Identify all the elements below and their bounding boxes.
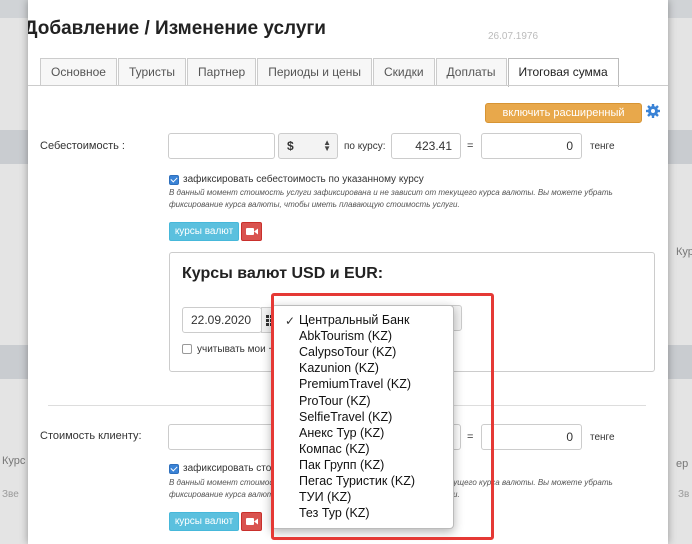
dropdown-option[interactable]: SelfieTravel (KZ) bbox=[299, 410, 392, 424]
dropdown-option[interactable]: Пак Групп (KZ) bbox=[299, 458, 384, 472]
select-arrows-icon: ▲▼ bbox=[323, 138, 331, 153]
client-rates-button[interactable]: курсы валют bbox=[169, 512, 239, 531]
rate-input[interactable]: 423.41 bbox=[391, 133, 461, 159]
dropdown-option[interactable]: AbkTourism (KZ) bbox=[299, 329, 392, 343]
own-rate-checkbox[interactable] bbox=[182, 344, 192, 354]
modal-title: Добавление / Изменение услуги bbox=[28, 18, 326, 39]
video-camera-icon bbox=[246, 228, 258, 235]
tab-total[interactable]: Итоговая сумма bbox=[507, 58, 619, 87]
tab-periods-prices[interactable]: Периоды и цены bbox=[257, 58, 372, 85]
tab-discounts[interactable]: Скидки bbox=[372, 58, 435, 85]
dropdown-option[interactable]: Анекс Тур (KZ) bbox=[299, 426, 384, 440]
dropdown-option[interactable]: ProTour (KZ) bbox=[299, 394, 371, 408]
bg-date: 26.07.1976 bbox=[488, 31, 539, 42]
tab-partner[interactable]: Партнер bbox=[187, 58, 257, 85]
dropdown-option[interactable]: PremiumTravel (KZ) bbox=[299, 377, 411, 391]
bg-label: Зве bbox=[2, 489, 19, 500]
dropdown-option[interactable]: Пегас Туристик (KZ) bbox=[299, 474, 415, 488]
tab-divider bbox=[28, 85, 668, 86]
fix-note: В данный момент стоимость услуги зафикси… bbox=[169, 188, 613, 209]
cost-total-input[interactable]: 0 bbox=[481, 133, 582, 159]
check-icon: ✓ bbox=[285, 314, 296, 328]
dropdown-option[interactable]: CalypsoTour (KZ) bbox=[299, 345, 396, 359]
bg-label: Кур bbox=[676, 246, 692, 258]
fix-cost-label: зафиксировать себестоимость по указанном… bbox=[183, 174, 424, 185]
bank-dropdown: ✓ Центральный Банк AbkTourism (KZ) Calyp… bbox=[271, 305, 454, 529]
fix-cost-checkbox[interactable] bbox=[169, 175, 179, 185]
currency-value: $ bbox=[287, 139, 294, 153]
fix-client-checkbox[interactable] bbox=[169, 464, 179, 474]
client-video-button[interactable] bbox=[241, 512, 262, 531]
video-button[interactable] bbox=[241, 222, 262, 241]
dropdown-option[interactable]: Компас (KZ) bbox=[299, 442, 370, 456]
tab-surcharges[interactable]: Доплаты bbox=[435, 58, 507, 85]
dropdown-option[interactable]: Центральный Банк bbox=[299, 313, 409, 327]
cost-amount-input[interactable] bbox=[168, 133, 275, 159]
bg-label: ер bbox=[676, 458, 689, 470]
currency-select[interactable]: $ ▲ ▼ bbox=[278, 133, 338, 159]
client-amount-input[interactable] bbox=[168, 424, 275, 450]
equals-sign: = bbox=[467, 431, 474, 443]
dropdown-option[interactable]: Тез Тур (KZ) bbox=[299, 506, 370, 520]
gear-icon[interactable] bbox=[645, 103, 661, 119]
rates-title: Курсы валют USD и EUR: bbox=[182, 265, 384, 282]
currency-tenge-label: тенге bbox=[590, 432, 615, 443]
equals-sign: = bbox=[467, 140, 474, 152]
bg-label: Курс bbox=[2, 455, 26, 467]
client-total-input[interactable]: 0 bbox=[481, 424, 582, 450]
dropdown-option[interactable]: Kazunion (KZ) bbox=[299, 361, 379, 375]
bg-label: Зв bbox=[678, 489, 690, 500]
currency-tenge-label: тенге bbox=[590, 141, 615, 152]
rates-date-input[interactable]: 22.09.2020 bbox=[182, 307, 262, 333]
tab-main[interactable]: Основное bbox=[40, 58, 117, 85]
service-modal: 26.07.1976 Добавление / Изменение услуги… bbox=[28, 0, 668, 544]
dropdown-option[interactable]: ТУИ (KZ) bbox=[299, 490, 351, 504]
tab-bar: Основное Туристы Партнер Периоды и цены … bbox=[40, 58, 620, 87]
video-camera-icon bbox=[246, 518, 258, 525]
tab-tourists[interactable]: Туристы bbox=[117, 58, 187, 85]
rates-button[interactable]: курсы валют bbox=[169, 222, 239, 241]
cost-label: Себестоимость : bbox=[40, 140, 125, 152]
client-cost-label: Стоимость клиенту: bbox=[40, 430, 142, 442]
rate-label: по курсу: bbox=[344, 141, 386, 152]
advanced-mode-button[interactable]: включить расширенный режим bbox=[485, 103, 642, 137]
